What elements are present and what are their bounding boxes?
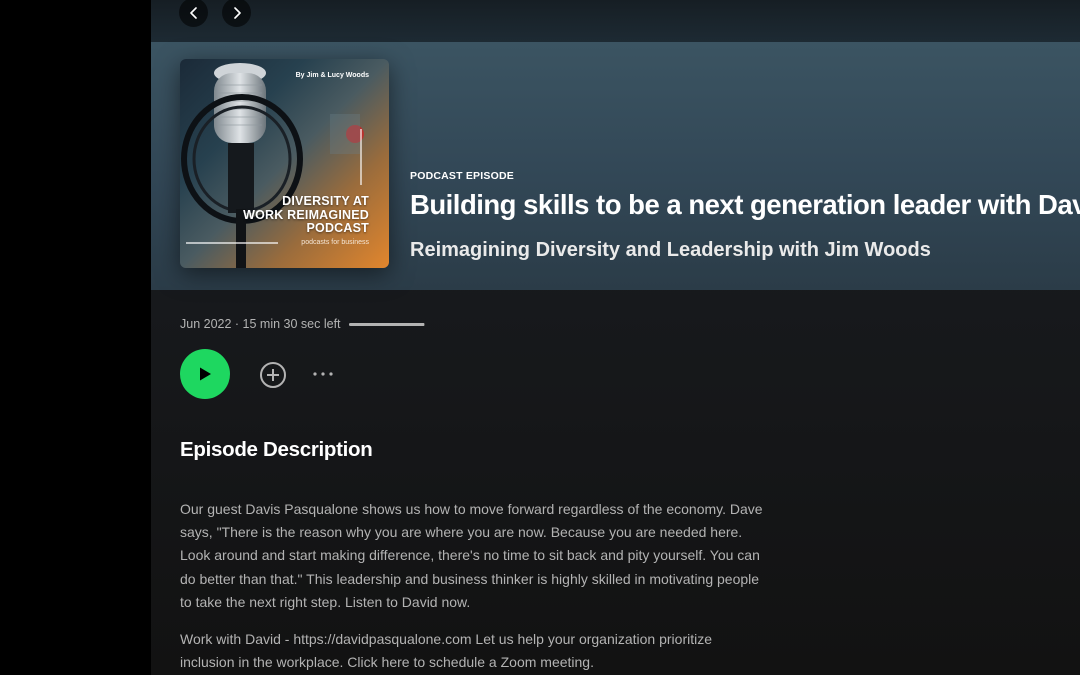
more-options-button[interactable] (311, 364, 337, 384)
episode-description-heading: Episode Description (180, 438, 373, 461)
back-button[interactable] (179, 0, 208, 27)
episode-description-paragraph: Our guest Davis Pasqualone shows us how … (180, 498, 795, 614)
cover-authors: By Jim & Lucy Woods (289, 71, 369, 81)
episode-title: Building skills to be a next generation … (410, 189, 1080, 220)
episode-type-label: PODCAST EPISODE (410, 170, 514, 182)
forward-button[interactable] (222, 0, 251, 27)
episode-date-duration: Jun 2022 · 15 min 30 sec left (180, 317, 341, 331)
main-content: By Jim & Lucy Woods DIVERSITY AT WORK RE… (151, 0, 1080, 675)
play-button[interactable] (180, 349, 230, 399)
episode-meta: Jun 2022 · 15 min 30 sec left (180, 316, 425, 332)
cover-title-line: PODCAST (306, 221, 369, 235)
description-line: Look around and start making difference,… (180, 547, 760, 564)
episode-description-paragraph: Work with David - https://davidpasqualon… (180, 628, 795, 674)
chevron-right-icon (233, 6, 241, 19)
description-line: Work with David - https://davidpasqualon… (180, 631, 713, 647)
cover-subtitle: podcasts for business (301, 239, 369, 246)
more-options-icon (313, 372, 333, 376)
top-bar (151, 0, 1080, 42)
episode-header: By Jim & Lucy Woods DIVERSITY AT WORK RE… (151, 42, 1080, 290)
description-line: to take the next right step. Listen to D… (180, 593, 471, 610)
microphone-illustration (181, 63, 364, 268)
description-line: do better than that." This leadership an… (180, 570, 760, 587)
play-icon (200, 367, 211, 381)
cover-title-line: WORK REIMAGINED (243, 207, 369, 222)
cover-authors-text: By Jim & Lucy Woods (295, 72, 369, 79)
description-line: Our guest Davis Pasqualone shows us how … (180, 501, 763, 517)
add-to-library-button[interactable] (259, 361, 287, 389)
add-circle-icon (260, 362, 286, 388)
cover-title-line: DIVERSITY AT (282, 194, 369, 208)
show-name-link[interactable]: Reimagining Diversity and Leadership wit… (410, 239, 931, 262)
cover-title: DIVERSITY AT WORK REIMAGINED PODCAST (209, 194, 369, 236)
description-line: inclusion in the workplace. Click here t… (180, 654, 594, 671)
description-line: says, "There is the reason why you are w… (180, 524, 743, 541)
sidebar (0, 0, 151, 675)
chevron-left-icon (189, 6, 197, 19)
progress-bar (348, 322, 425, 326)
progress-fill (348, 322, 424, 326)
podcast-cover-art[interactable]: By Jim & Lucy Woods DIVERSITY AT WORK RE… (180, 59, 389, 268)
